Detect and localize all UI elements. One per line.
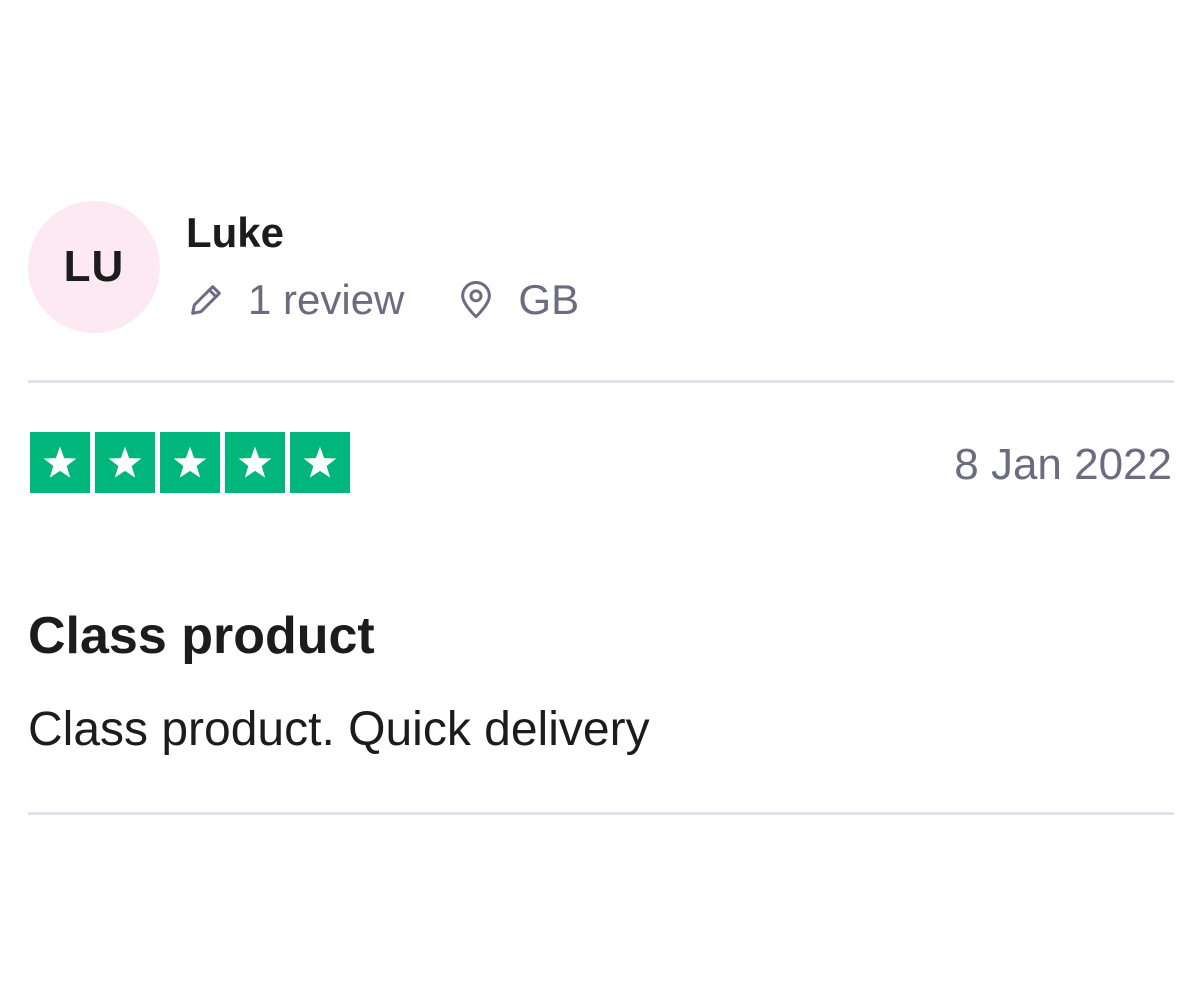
divider bbox=[28, 380, 1174, 383]
star-icon bbox=[30, 432, 90, 493]
avatar[interactable]: LU bbox=[28, 201, 160, 333]
review-date: 8 Jan 2022 bbox=[954, 440, 1172, 489]
pencil-icon bbox=[186, 280, 226, 320]
review-card: LU Luke 1 review GB 8 Jan 2022 Class pro… bbox=[28, 0, 1174, 1000]
location-pin-icon bbox=[456, 280, 496, 320]
review-title[interactable]: Class product bbox=[28, 604, 375, 668]
reviewer-name[interactable]: Luke bbox=[186, 208, 284, 258]
reviewer-meta: 1 review GB bbox=[186, 274, 579, 326]
review-body: Class product. Quick delivery bbox=[28, 703, 650, 756]
country-label: GB bbox=[518, 276, 580, 323]
star-icon bbox=[225, 432, 285, 493]
review-count: 1 review bbox=[186, 276, 404, 324]
star-icon bbox=[290, 432, 350, 493]
star-icon bbox=[95, 432, 155, 493]
star-icon bbox=[160, 432, 220, 493]
star-rating bbox=[30, 432, 350, 493]
reviewer-country: GB bbox=[456, 276, 579, 324]
divider bbox=[28, 812, 1174, 815]
review-count-label: 1 review bbox=[248, 276, 405, 323]
avatar-initials: LU bbox=[63, 242, 125, 291]
